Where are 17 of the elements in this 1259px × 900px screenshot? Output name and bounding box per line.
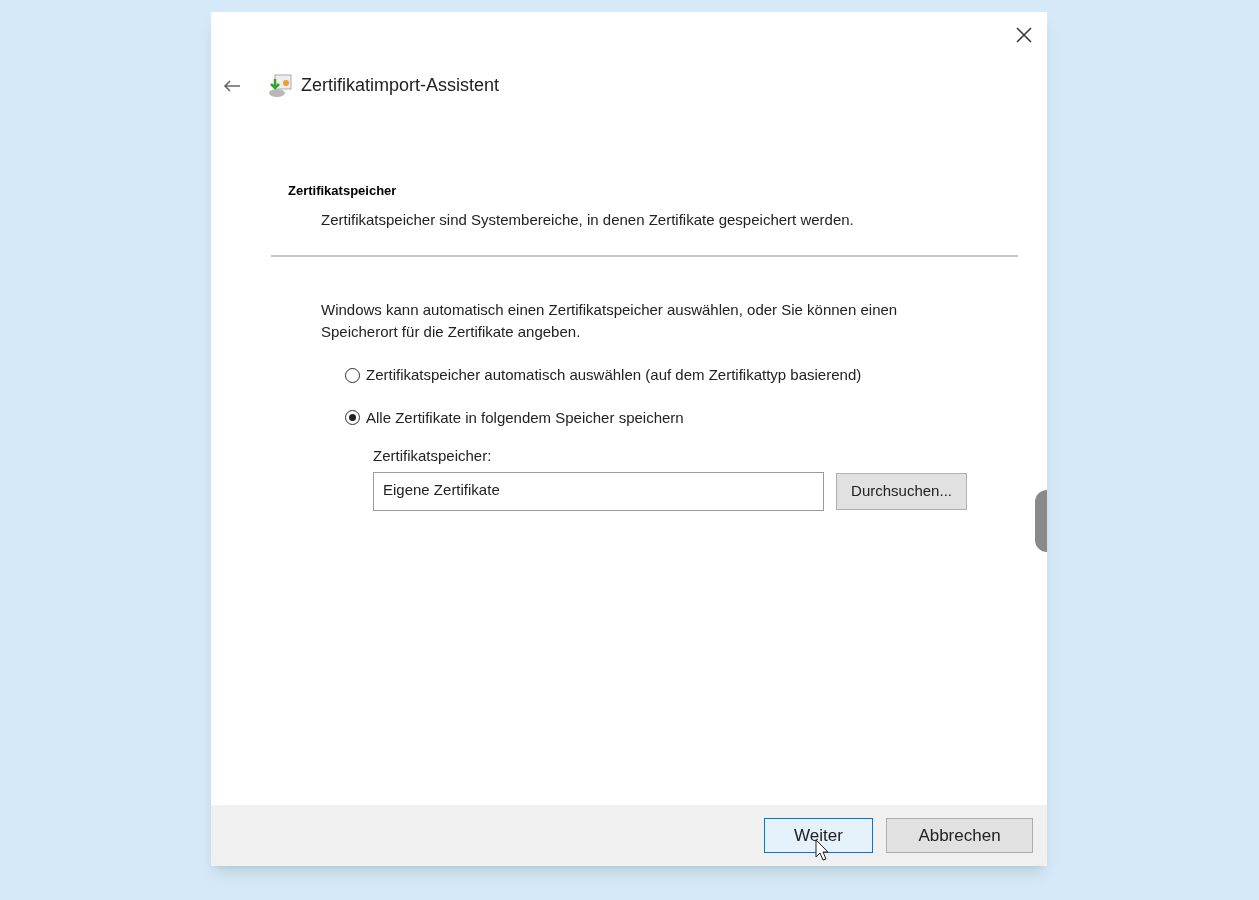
close-icon[interactable] [1015, 26, 1033, 44]
radio-button[interactable] [345, 410, 360, 426]
radio-label[interactable]: Zertifikatspeicher automatisch auswählen (auf dem Zertifikattyp basierend) [366, 364, 862, 387]
browse-button[interactable]: Durchsuchen... [836, 472, 967, 510]
section-description: Zertifikatspeicher sind Systembereiche, in denen Zertifikate gespeichert werden. [320, 209, 855, 230]
section-heading: Zertifikatspeicher [288, 182, 398, 200]
side-handle [1035, 490, 1047, 552]
store-field[interactable]: Eigene Zertifikate [373, 471, 825, 511]
back-arrow-icon[interactable] [223, 78, 241, 93]
mouse-pointer-icon [815, 839, 829, 861]
certificate-import-icon [267, 72, 293, 99]
radio-button[interactable] [345, 367, 360, 383]
radio-label[interactable]: Alle Zertifikate in folgendem Speicher speichern [366, 406, 684, 429]
dialog-button[interactable]: Abbrechen [886, 818, 1033, 853]
intro-text: Windows kann automatisch einen Zertifikatspeicher auswählen, oder Sie können einen Speicherort für die Zertifikate angeben. [321, 300, 899, 342]
field-label: Zertifikatspeicher: [373, 446, 493, 466]
window-title: Zertifikatimport-Assistent [301, 74, 500, 97]
